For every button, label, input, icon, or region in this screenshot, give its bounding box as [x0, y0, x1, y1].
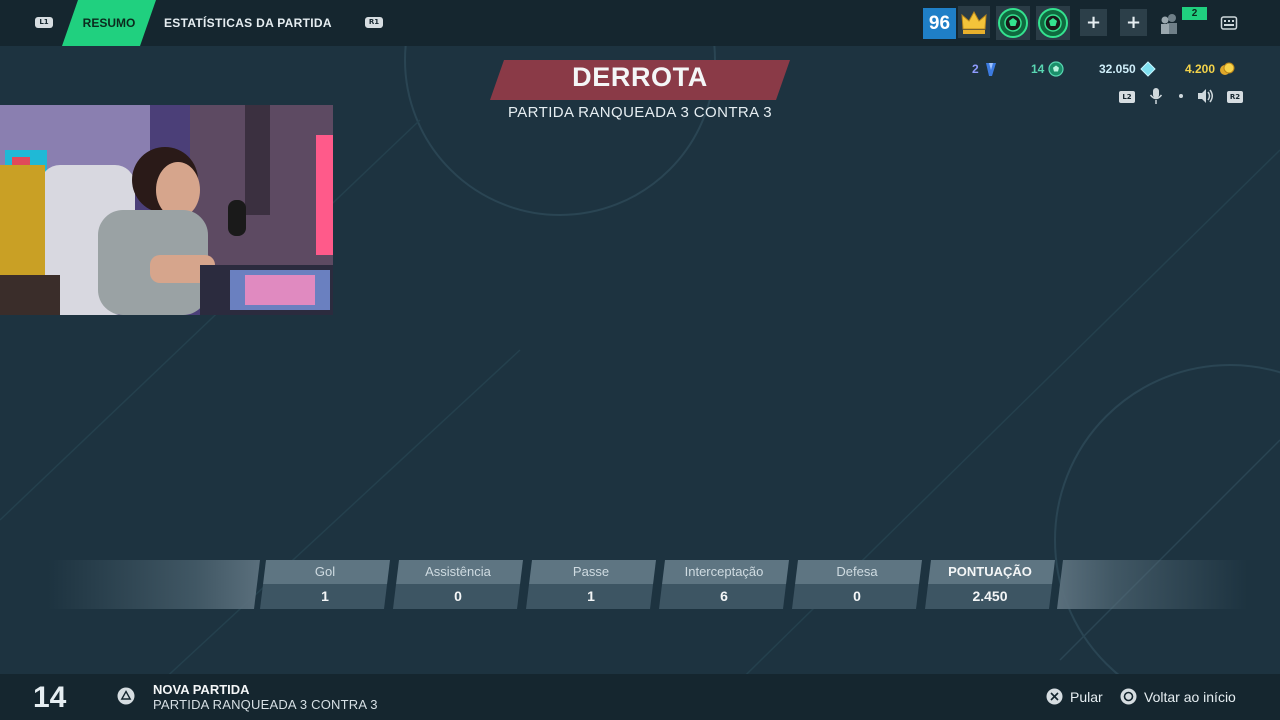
diamond-icon [1139, 61, 1156, 77]
next-match-title[interactable]: NOVA PARTIDA [153, 682, 250, 697]
stat-value: 1 [260, 584, 390, 609]
stats-left-spacer [48, 560, 260, 609]
result-title: DERROTA [572, 62, 708, 92]
stat-column-assists: Assistência 0 [393, 560, 523, 609]
separator-dot-icon [1179, 94, 1183, 98]
friends-icon[interactable] [1157, 12, 1183, 34]
diamond-counter: 32.050 [1099, 61, 1156, 77]
r2-button-hint[interactable]: R2 [1227, 91, 1243, 103]
triangle-button-icon[interactable] [117, 687, 135, 705]
stat-value: 0 [792, 584, 922, 609]
stat-label: Defesa [792, 560, 922, 584]
ball-badge-icon[interactable] [1036, 6, 1070, 40]
stat-value: 0 [393, 584, 523, 609]
rank-gem-value: 2 [972, 62, 979, 76]
stat-value: 1 [526, 584, 656, 609]
stat-column-score: PONTUAÇÃO 2.450 [925, 560, 1055, 609]
stat-label: Interceptação [659, 560, 789, 584]
cross-button-icon [1046, 688, 1063, 705]
player-level-badge[interactable]: 96 [923, 8, 956, 39]
l2-button-hint[interactable]: L2 [1119, 91, 1135, 103]
stat-label: Gol [260, 560, 390, 584]
ball-token-counter: 14 [1031, 61, 1064, 77]
stat-label: Passe [526, 560, 656, 584]
ball-badge-icon[interactable] [996, 6, 1030, 40]
menu-icon[interactable] [1220, 14, 1238, 32]
stat-column-goals: Gol 1 [260, 560, 390, 609]
coins-counter: 4.200 [1185, 61, 1235, 77]
stat-column-saves: Defesa 0 [792, 560, 922, 609]
back-label: Voltar ao início [1144, 688, 1236, 705]
next-match-subtitle: PARTIDA RANQUEADA 3 CONTRA 3 [153, 697, 378, 712]
stat-label: Assistência [393, 560, 523, 584]
r1-button-hint[interactable]: R1 [365, 17, 383, 28]
skip-action[interactable]: Pular [1046, 688, 1103, 705]
stat-column-interceptions: Interceptação 6 [659, 560, 789, 609]
friends-count-badge: 2 [1182, 7, 1207, 20]
crown-icon[interactable] [958, 6, 990, 38]
circle-button-icon [1120, 688, 1137, 705]
stat-value: 6 [659, 584, 789, 609]
ball-token-value: 14 [1031, 62, 1045, 76]
ball-token-icon [1048, 61, 1064, 77]
rank-gem-icon [985, 63, 996, 76]
plus-icon[interactable]: + [1120, 9, 1147, 36]
microphone-icon[interactable] [1147, 87, 1165, 105]
streamer-camera-image [0, 105, 333, 315]
plus-icon[interactable]: + [1080, 9, 1107, 36]
speaker-icon[interactable] [1196, 87, 1214, 105]
back-to-home-action[interactable]: Voltar ao início [1120, 688, 1236, 705]
match-mode-subtitle: PARTIDA RANQUEADA 3 CONTRA 3 [507, 104, 773, 121]
rank-gem-counter: 2 [972, 61, 999, 77]
queue-number: 14 [33, 681, 67, 714]
coins-icon [1220, 62, 1235, 75]
coins-value: 4.200 [1185, 62, 1216, 76]
stats-right-spacer [1057, 560, 1247, 609]
stat-value: 2.450 [925, 584, 1055, 609]
stat-label: PONTUAÇÃO [925, 560, 1055, 584]
stat-column-passes: Passe 1 [526, 560, 656, 609]
tab-resumo[interactable]: RESUMO [62, 0, 156, 46]
webcam-overlay [0, 105, 333, 315]
skip-label: Pular [1070, 688, 1103, 705]
tab-match-stats[interactable]: ESTATÍSTICAS DA PARTIDA [164, 16, 332, 30]
l1-button-hint[interactable]: L1 [35, 17, 53, 28]
diamond-value: 32.050 [1099, 62, 1136, 76]
